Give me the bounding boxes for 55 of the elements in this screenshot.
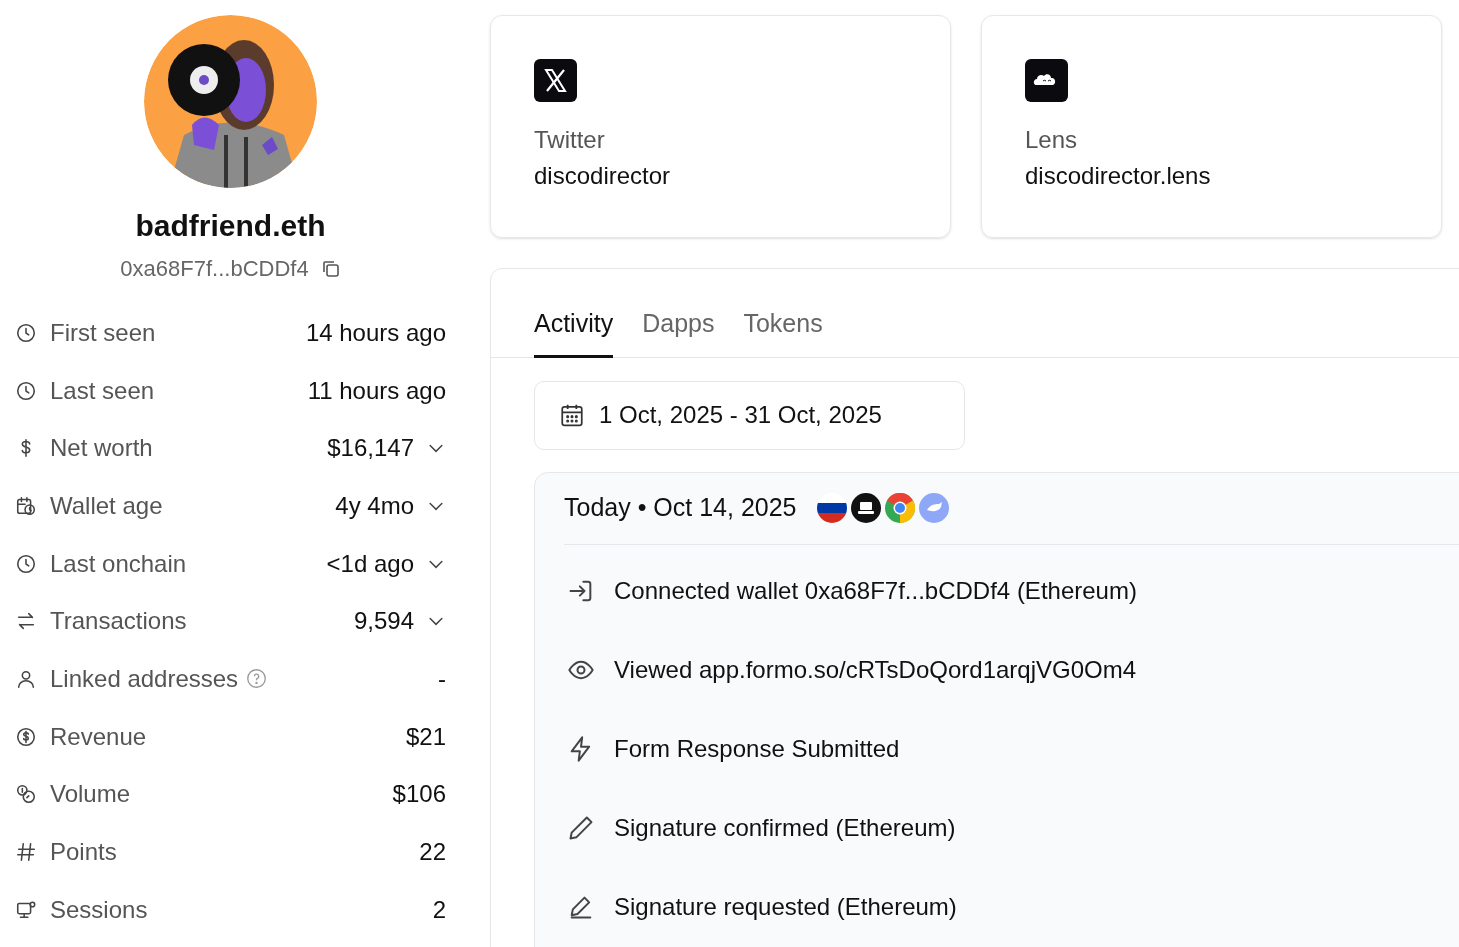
wallet-address: 0xa68F7f...bCDDf4 <box>120 255 309 283</box>
stat-value: 14 hours ago <box>305 317 446 348</box>
laptop-icon <box>850 493 881 523</box>
stat-label: First seen <box>50 317 156 348</box>
stat-label: Wallet age <box>50 490 163 521</box>
account-handle: discodirector <box>534 161 672 191</box>
date-range-picker[interactable]: 1 Oct, 2025 - 31 Oct, 2025 <box>534 380 965 450</box>
browser-icon <box>884 493 915 523</box>
copy-icon[interactable] <box>320 259 341 279</box>
coins-icon <box>15 783 37 806</box>
tab[interactable]: Tokens <box>743 305 823 358</box>
cloud-logo-icon <box>1025 59 1068 102</box>
hash-icon <box>15 841 37 864</box>
stat-value: - <box>438 663 446 694</box>
account-platform: Twitter <box>534 125 606 155</box>
event-text: Form Response Submitted <box>614 734 900 764</box>
calendar-icon <box>559 402 585 428</box>
monitor-icon <box>15 898 37 921</box>
x-logo-icon <box>534 59 577 102</box>
stat-value: $106 <box>392 779 446 810</box>
event-text: Connected wallet 0xa68F7f...bCDDf4 (Ethereum) <box>614 576 1137 606</box>
stat-label: Points <box>50 837 117 868</box>
help-icon[interactable] <box>246 668 268 690</box>
pencil-icon <box>567 814 595 842</box>
account-handle: discodirector.lens <box>1025 161 1212 191</box>
clock-icon <box>15 552 37 575</box>
stat-value: 22 <box>419 837 446 868</box>
event-text: Viewed app.formo.so/cRTsDoQord1arqjVG0Om4 <box>614 655 1137 685</box>
stat-label: Sessions <box>50 894 148 925</box>
calendar-clock-icon <box>15 494 37 517</box>
stat-value: 11 hours ago <box>307 375 446 406</box>
account-platform: Lens <box>1025 125 1079 155</box>
stat-label: Revenue <box>50 721 147 752</box>
stat-value: <1d ago <box>326 548 414 579</box>
stat-label: Transactions <box>50 606 187 637</box>
event-text: Signature requested (Ethereum) <box>614 892 957 922</box>
flag-icon <box>816 493 847 523</box>
profile-name: badfriend.eth <box>134 208 327 244</box>
stat-value: 2 <box>432 894 446 925</box>
tab[interactable]: Activity <box>534 305 614 358</box>
stat-label: Volume <box>50 779 131 810</box>
clock-icon <box>15 321 37 344</box>
clock-icon <box>15 379 37 402</box>
event-text: Signature confirmed (Ethereum) <box>614 813 956 843</box>
stat-value: 4y 4mo <box>335 490 414 521</box>
stat-label: Linked addresses <box>50 663 239 694</box>
timeline-date: Today • Oct 14, 2025 <box>564 492 797 524</box>
stat-label: Last seen <box>50 375 155 406</box>
stat-label: Net worth <box>50 433 153 464</box>
stat-value: 9,594 <box>353 606 414 637</box>
stat-label: Last onchain <box>50 548 187 579</box>
stat-value: $16,147 <box>327 433 414 464</box>
coin-icon <box>15 725 37 748</box>
stat-value: $21 <box>405 721 446 752</box>
tab[interactable]: Dapps <box>642 305 715 358</box>
